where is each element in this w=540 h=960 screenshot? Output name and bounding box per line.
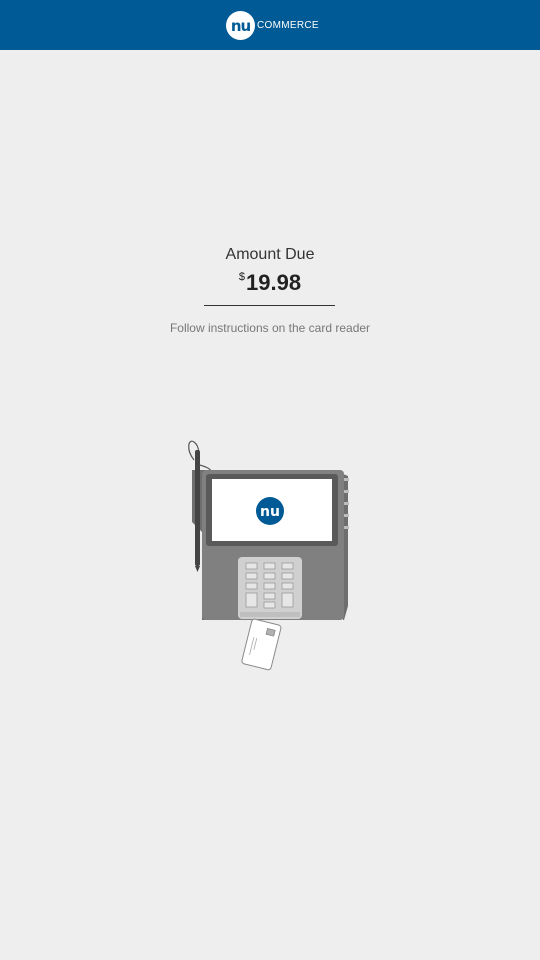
app-header: nu COMMERCE — [0, 0, 540, 50]
amount-due-label: Amount Due — [225, 246, 315, 263]
reader-instruction: Follow instructions on the card reader — [169, 321, 371, 335]
card-slot — [240, 612, 300, 617]
brand-logo-word: COMMERCE — [257, 20, 319, 31]
card-reader-illustration: nu — [188, 440, 349, 671]
stylus-cord — [188, 440, 213, 473]
amount-number: 19.98 — [246, 270, 302, 295]
currency-symbol: $ — [238, 271, 246, 283]
screen-logo-text: nu — [260, 504, 280, 520]
brand-logo: nu COMMERCE — [226, 11, 319, 40]
payment-card — [241, 618, 282, 671]
brand-logo-mark: nu — [226, 11, 255, 40]
amount-divider — [204, 305, 335, 306]
amount-due-value: $19.98 — [0, 270, 540, 296]
stylus — [195, 450, 200, 566]
